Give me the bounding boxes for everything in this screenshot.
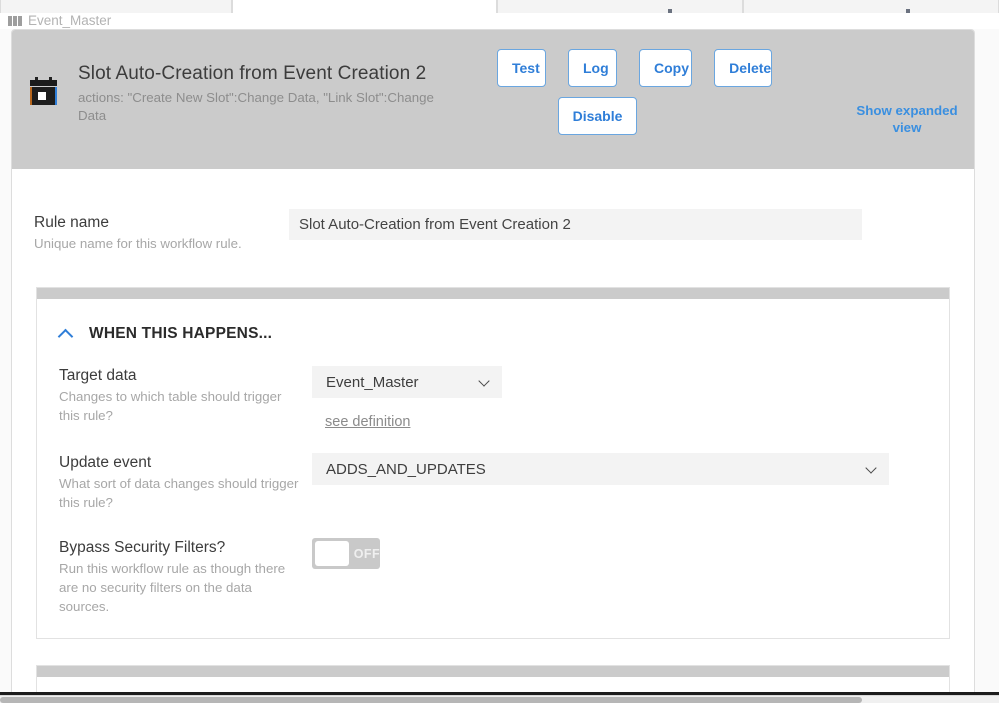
horizontal-scrollbar[interactable] <box>0 695 999 703</box>
breadcrumb-label: Event_Master <box>28 13 112 28</box>
header-action-buttons: Test Log Copy Delete Disable <box>497 49 772 135</box>
page-title: Slot Auto-Creation from Event Creation 2 <box>78 63 427 84</box>
rule-card-header: Slot Auto-Creation from Event Creation 2… <box>12 30 974 169</box>
browser-tab-strip <box>0 0 999 13</box>
rule-card-body: Rule name Unique name for this workflow … <box>12 169 974 695</box>
when-section-header[interactable]: WHEN THIS HAPPENS... <box>37 299 949 343</box>
when-section-title: WHEN THIS HAPPENS... <box>89 325 273 342</box>
rule-name-labels: Rule name Unique name for this workflow … <box>34 213 289 253</box>
target-data-row: Target data Changes to which table shoul… <box>37 366 949 431</box>
bypass-security-label: Bypass Security Filters? <box>59 539 226 556</box>
rule-name-input[interactable] <box>289 209 862 240</box>
chevron-up-icon[interactable] <box>59 330 73 339</box>
header-buttons-row-secondary: Disable <box>497 97 772 135</box>
rule-header-text: Slot Auto-Creation from Event Creation 2… <box>78 62 448 125</box>
rule-name-field-row: Rule name Unique name for this workflow … <box>12 169 974 253</box>
delete-button[interactable]: Delete <box>714 49 772 87</box>
section-drag-handle-if[interactable] <box>37 666 949 677</box>
update-event-label: Update event <box>59 454 152 471</box>
update-event-select[interactable]: ADDS_AND_UPDATES <box>312 453 889 485</box>
chevron-down-icon <box>867 464 877 474</box>
horizontal-scrollbar-thumb[interactable] <box>0 697 862 703</box>
calendar-icon <box>30 77 57 105</box>
rule-name-label: Rule name <box>34 214 109 231</box>
when-section-body: Target data Changes to which table shoul… <box>37 343 949 638</box>
update-event-hint: What sort of data changes should trigger… <box>59 476 299 510</box>
workflow-rule-card: Slot Auto-Creation from Event Creation 2… <box>11 29 975 695</box>
tab-3[interactable] <box>743 0 999 13</box>
target-data-hint: Changes to which table should trigger th… <box>59 389 282 423</box>
if-this-is-true-panel: IF THIS IS TRUE... <box>36 665 950 695</box>
update-event-value: ADDS_AND_UPDATES <box>326 460 486 478</box>
target-data-labels: Target data Changes to which table shoul… <box>59 366 312 425</box>
bypass-security-toggle[interactable]: OFF <box>312 538 380 569</box>
target-data-value: Event_Master <box>326 373 419 391</box>
show-expanded-view-link[interactable]: Show expanded view <box>855 102 959 136</box>
update-event-row: Update event What sort of data changes s… <box>37 453 949 512</box>
target-data-select[interactable]: Event_Master <box>312 366 502 398</box>
see-definition-link[interactable]: see definition <box>325 414 410 430</box>
table-icon <box>8 16 22 26</box>
tab-2[interactable] <box>497 0 743 13</box>
tab-0[interactable] <box>0 0 232 13</box>
target-data-controls: Event_Master see definition <box>312 366 502 431</box>
chevron-down-icon <box>480 377 490 387</box>
when-this-happens-panel: WHEN THIS HAPPENS... Target data Changes… <box>36 287 950 639</box>
target-data-label: Target data <box>59 367 137 384</box>
header-buttons-row-primary: Test Log Copy Delete <box>497 49 772 87</box>
copy-button[interactable]: Copy <box>639 49 693 87</box>
update-event-labels: Update event What sort of data changes s… <box>59 453 312 512</box>
bypass-security-labels: Bypass Security Filters? Run this workfl… <box>59 538 312 616</box>
tab-1[interactable] <box>232 0 497 13</box>
section-drag-handle-when[interactable] <box>37 288 949 299</box>
breadcrumb[interactable]: Event_Master <box>0 13 999 29</box>
bypass-security-row: Bypass Security Filters? Run this workfl… <box>37 538 949 616</box>
log-button[interactable]: Log <box>568 49 617 87</box>
test-button[interactable]: Test <box>497 49 546 87</box>
toggle-state-label: OFF <box>353 546 380 561</box>
page-scroll-container[interactable]: Slot Auto-Creation from Event Creation 2… <box>0 29 999 695</box>
disable-button[interactable]: Disable <box>557 97 638 135</box>
bypass-security-hint: Run this workflow rule as though there a… <box>59 561 286 614</box>
rule-actions-summary: actions: "Create New Slot":Change Data, … <box>78 90 434 123</box>
toggle-knob <box>315 541 349 566</box>
rule-name-hint: Unique name for this workflow rule. <box>34 236 242 251</box>
update-event-controls: ADDS_AND_UPDATES <box>312 453 889 485</box>
bypass-security-controls: OFF <box>312 538 380 569</box>
